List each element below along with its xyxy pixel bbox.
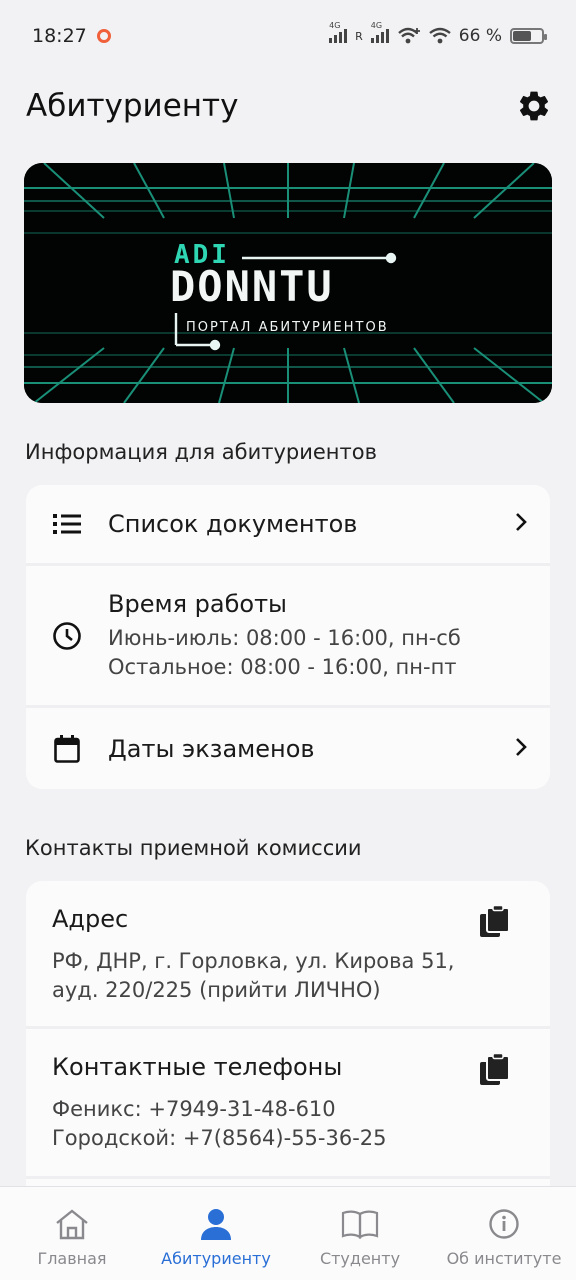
status-left: 18:27 <box>32 25 111 47</box>
nav-home-label: Главная <box>37 1249 107 1268</box>
status-bar: 18:27 4G R 4G 66 % <box>0 0 576 72</box>
page-title: Абитуриенту <box>26 88 239 124</box>
copy-address-button[interactable] <box>478 904 512 943</box>
info-card: Список документов Время работы Июнь-июль… <box>26 485 550 789</box>
settings-button[interactable] <box>514 86 554 126</box>
status-right: 4G R 4G 66 % <box>329 21 547 46</box>
cell-signal-2-icon: 4G <box>370 21 389 43</box>
clipboard-copy-icon <box>480 904 510 937</box>
working-hours-text: Время работы Июнь-июль: 08:00 - 16:00, п… <box>108 590 461 682</box>
bottom-navigation: Главная Абитуриенту Студенту Об институт… <box>0 1186 576 1280</box>
clock-icon <box>52 621 82 651</box>
nav-student[interactable]: Студенту <box>288 1187 432 1280</box>
info-section-title: Информация для абитуриентов <box>25 440 377 464</box>
exam-dates-label: Даты экзаменов <box>108 734 315 763</box>
person-icon <box>199 1205 233 1243</box>
documents-row[interactable]: Список документов <box>26 485 550 566</box>
list-icon <box>52 513 82 535</box>
hours-summer: Июнь-июль: 08:00 - 16:00, пн-сб <box>108 625 461 650</box>
nav-about[interactable]: Об институте <box>432 1187 576 1280</box>
phone-2: Городской: +7(8564)-55-36-25 <box>52 1126 387 1150</box>
clipboard-copy-icon <box>480 1052 510 1085</box>
nav-applicant-label: Абитуриенту <box>161 1249 271 1268</box>
working-hours-row: Время работы Июнь-июль: 08:00 - 16:00, п… <box>26 566 550 708</box>
portal-banner: ADI DONNTU ПОРТАЛ АБИТУРИЕНТОВ <box>24 163 552 403</box>
battery-percent: 66 % <box>458 26 502 46</box>
address-line-1: РФ, ДНР, г. Горловка, ул. Кирова 51, <box>52 949 455 973</box>
copy-phones-button[interactable] <box>478 1052 512 1091</box>
book-icon <box>341 1205 379 1243</box>
nav-home[interactable]: Главная <box>0 1187 144 1280</box>
address-line-2: ауд. 220/225 (прийти ЛИЧНО) <box>52 978 381 1002</box>
phones-row: Контактные телефоны Феникс: +7949-31-48-… <box>26 1029 550 1179</box>
calendar-icon <box>52 734 82 763</box>
banner-image: ADI DONNTU ПОРТАЛ АБИТУРИЕНТОВ <box>24 163 552 403</box>
roaming-indicator: R <box>355 29 363 43</box>
network-type-2: 4G <box>370 21 383 30</box>
nav-student-label: Студенту <box>319 1249 401 1268</box>
contacts-card: Адрес РФ, ДНР, г. Горловка, ул. Кирова 5… <box>26 881 550 1211</box>
gear-icon <box>519 91 549 121</box>
exam-dates-row[interactable]: Даты экзаменов <box>26 708 550 789</box>
banner-logo-main: DONNTU <box>170 262 334 311</box>
documents-label: Список документов <box>108 510 358 538</box>
network-type-1: 4G <box>329 21 341 30</box>
banner-logo-sub: ПОРТАЛ АБИТУРИЕНТОВ <box>186 320 389 335</box>
address-row: Адрес РФ, ДНР, г. Горловка, ул. Кирова 5… <box>26 881 550 1029</box>
info-icon <box>488 1205 520 1243</box>
battery-icon <box>510 28 547 44</box>
chevron-right-icon <box>514 737 528 761</box>
chevron-right-icon <box>514 512 528 536</box>
contacts-section-title: Контакты приемной комиссии <box>25 836 362 860</box>
nav-applicant[interactable]: Абитуриенту <box>144 1187 288 1280</box>
nav-about-label: Об институте <box>446 1249 562 1268</box>
phone-1: Феникс: +7949-31-48-610 <box>52 1097 336 1121</box>
wifi-plus-icon <box>398 27 420 44</box>
home-icon <box>54 1205 90 1243</box>
hours-rest: Остальное: 08:00 - 16:00, пн-пт <box>108 654 457 679</box>
header: Абитуриенту <box>26 80 554 132</box>
status-time: 18:27 <box>32 25 87 47</box>
phones-title: Контактные телефоны <box>52 1053 343 1081</box>
recording-indicator-icon <box>96 29 111 43</box>
cell-signal-1-icon: 4G <box>329 21 348 43</box>
working-hours-label: Время работы <box>108 589 287 618</box>
address-title: Адрес <box>52 905 129 933</box>
wifi-icon <box>429 27 451 44</box>
